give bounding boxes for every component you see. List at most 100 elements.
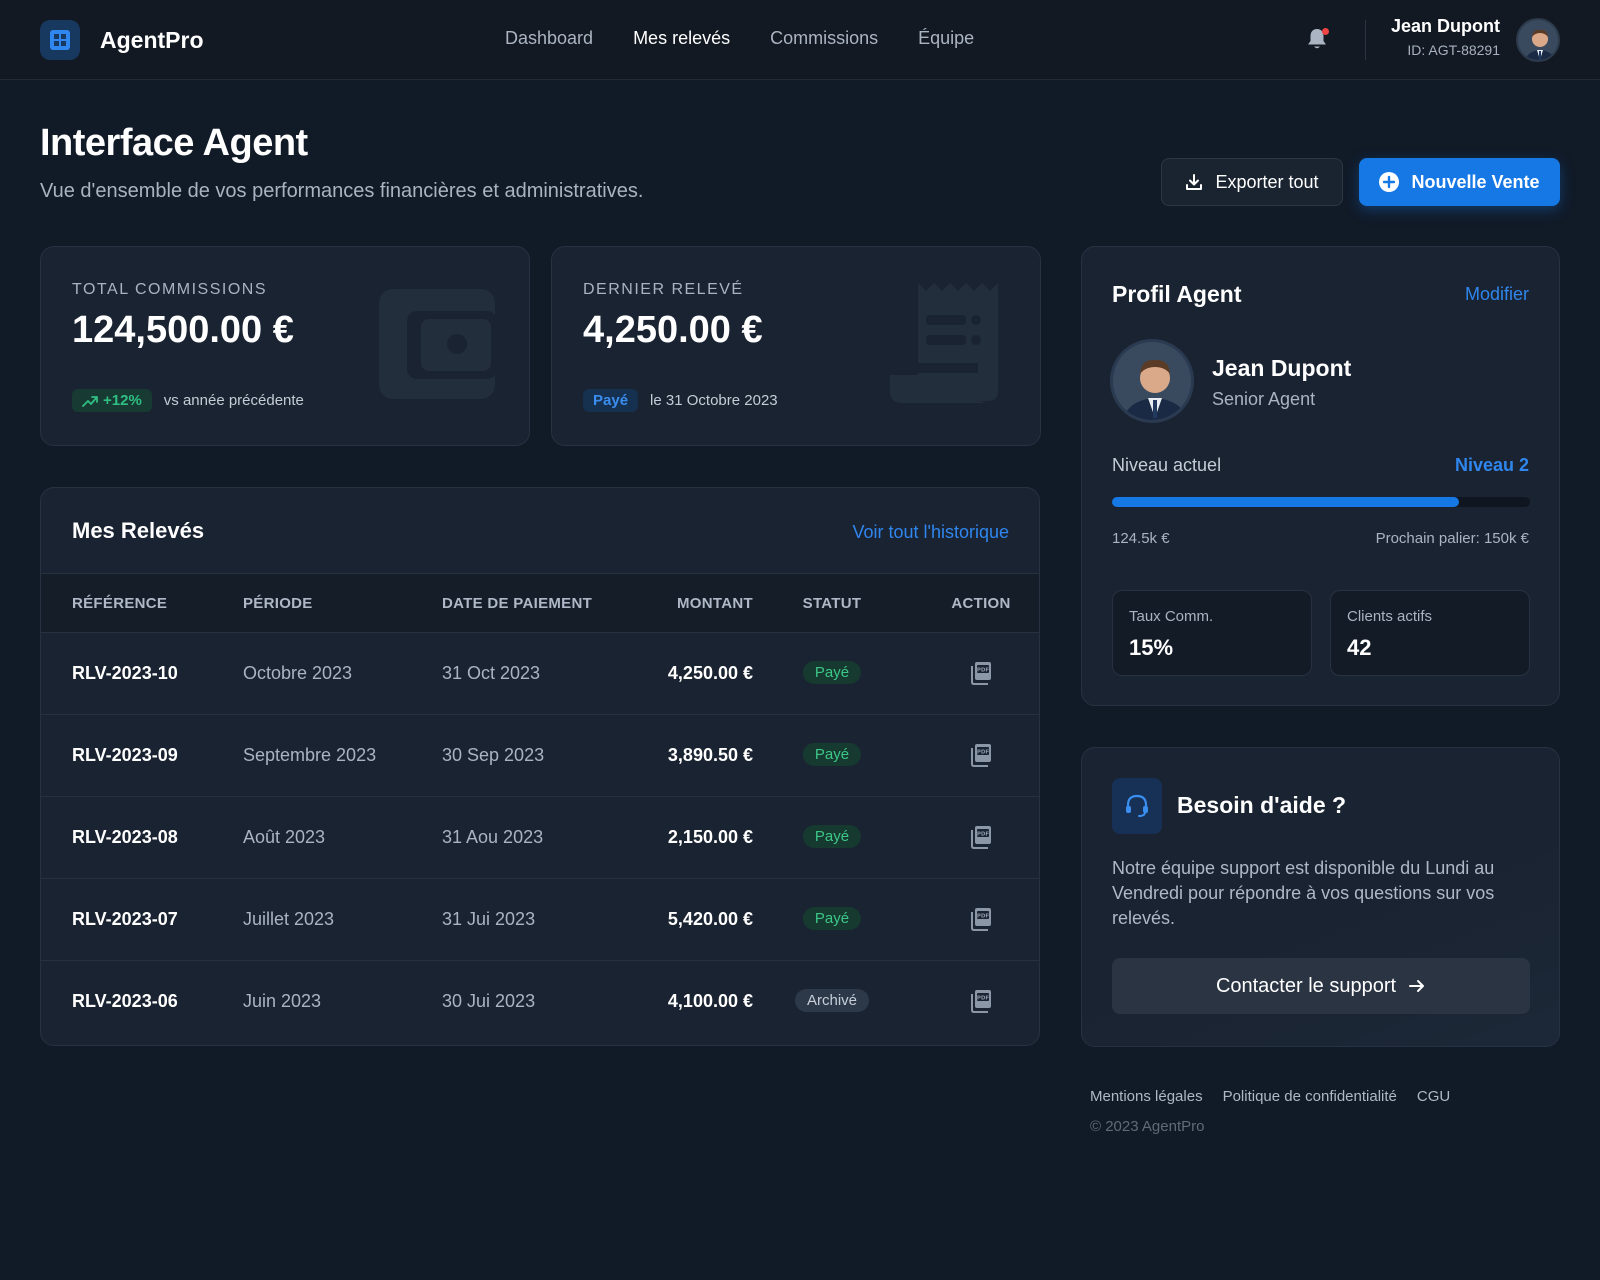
trend-note: vs année précédente — [163, 392, 304, 409]
status-badge: Payé — [802, 661, 862, 684]
nav-item-dashboard[interactable]: Dashboard — [505, 28, 593, 49]
row-payment-date: 31 Oct 2023 — [442, 663, 541, 683]
new-sale-label: Nouvelle Vente — [1411, 171, 1540, 192]
row-reference: RLV-2023-08 — [72, 827, 178, 847]
total-commissions-label: TOTAL COMMISSIONS — [72, 281, 267, 298]
row-reference: RLV-2023-06 — [72, 991, 178, 1011]
profile-role: Senior Agent — [1212, 389, 1316, 409]
table-row[interactable]: RLV-2023-08 Août 2023 31 Aou 2023 2,150.… — [41, 797, 1039, 879]
total-commissions-card: TOTAL COMMISSIONS 124,500.00 € +12% vs a… — [40, 246, 530, 446]
header-divider — [1365, 20, 1366, 60]
grid-icon — [40, 20, 80, 60]
row-payment-date: 30 Jui 2023 — [442, 991, 536, 1011]
total-commissions-trend: +12% vs année précédente — [72, 389, 304, 412]
row-reference: RLV-2023-10 — [72, 663, 178, 683]
level-current-amount: 124.5k € — [1112, 530, 1170, 547]
contact-support-button[interactable]: Contacter le support — [1112, 958, 1530, 1014]
commission-rate-value: 15% — [1129, 635, 1174, 660]
svg-text:PDF: PDF — [977, 667, 990, 673]
footer-link-legal[interactable]: Mentions légales — [1090, 1088, 1203, 1105]
row-amount: 4,100.00 € — [667, 991, 753, 1011]
new-sale-button[interactable]: Nouvelle Vente — [1359, 158, 1560, 206]
agent-profile-card: Profil Agent Modifier Jean Dupont Senior… — [1081, 246, 1560, 706]
receipt-icon — [890, 283, 998, 403]
footer-links: Mentions légales Politique de confidenti… — [1090, 1088, 1450, 1105]
table-row[interactable]: RLV-2023-09 Septembre 2023 30 Sep 2023 3… — [41, 715, 1039, 797]
pdf-download-icon[interactable]: PDF — [970, 907, 992, 931]
export-all-label: Exporter tout — [1215, 171, 1319, 192]
status-badge: Payé — [802, 743, 862, 766]
column-header-status: STATUT — [802, 595, 862, 612]
column-header-reference: RÉFÉRENCE — [72, 595, 168, 612]
table-row[interactable]: RLV-2023-07 Juillet 2023 31 Jui 2023 5,4… — [41, 879, 1039, 961]
contact-support-label: Contacter le support — [1215, 974, 1397, 997]
last-statement-card: DERNIER RELEVÉ 4,250.00 € Payé le 31 Oct… — [551, 246, 1041, 446]
row-period: Septembre 2023 — [243, 745, 377, 765]
status-badge: Archivé — [794, 989, 870, 1012]
bell-icon[interactable] — [1306, 27, 1330, 53]
row-reference: RLV-2023-09 — [72, 745, 178, 765]
statements-title: Mes Relevés — [72, 518, 205, 543]
column-header-period: PÉRIODE — [243, 595, 313, 612]
help-card: Besoin d'aide ? Notre équipe support est… — [1081, 747, 1560, 1047]
trend-value: +12% — [103, 392, 142, 409]
level-label: Niveau actuel — [1112, 455, 1222, 475]
last-statement-label: DERNIER RELEVÉ — [583, 281, 744, 298]
avatar[interactable] — [1516, 18, 1560, 62]
user-info[interactable]: Jean Dupont ID: AGT-88291 — [1391, 16, 1500, 58]
level-progress-fill — [1112, 497, 1459, 507]
table-row[interactable]: RLV-2023-10 Octobre 2023 31 Oct 2023 4,2… — [41, 633, 1039, 715]
statements-table-card: Mes Relevés Voir tout l'historique RÉFÉR… — [40, 487, 1040, 1046]
profile-title: Profil Agent — [1112, 281, 1242, 307]
copyright: © 2023 AgentPro — [1090, 1118, 1205, 1135]
main-nav: Dashboard Mes relevés Commissions Équipe — [505, 28, 1014, 49]
svg-text:PDF: PDF — [977, 831, 990, 837]
brand-name: AgentPro — [100, 26, 204, 53]
row-amount: 3,890.50 € — [667, 745, 753, 765]
help-title: Besoin d'aide ? — [1177, 792, 1347, 818]
status-badge: Payé — [802, 907, 862, 930]
notification-dot — [1322, 28, 1329, 35]
status-badge: Payé — [583, 389, 639, 412]
column-header-action: ACTION — [951, 595, 1011, 612]
footer-link-privacy[interactable]: Politique de confidentialité — [1223, 1088, 1397, 1105]
row-payment-date: 31 Aou 2023 — [442, 827, 544, 847]
pdf-download-icon[interactable]: PDF — [970, 743, 992, 767]
row-period: Juillet 2023 — [243, 909, 335, 929]
trending-up-icon — [82, 395, 98, 407]
row-amount: 4,250.00 € — [667, 663, 753, 683]
pdf-download-icon[interactable]: PDF — [970, 989, 992, 1013]
level-value: Niveau 2 — [1454, 455, 1529, 475]
pdf-download-icon[interactable]: PDF — [970, 661, 992, 685]
arrow-right-icon — [1409, 980, 1425, 992]
footer-link-terms[interactable]: CGU — [1417, 1088, 1450, 1105]
svg-text:PDF: PDF — [977, 995, 990, 1001]
nav-item-commissions[interactable]: Commissions — [770, 28, 878, 49]
nav-item-equipe[interactable]: Équipe — [918, 28, 974, 49]
total-commissions-value: 124,500.00 € — [72, 309, 294, 351]
active-clients-label: Clients actifs — [1347, 608, 1433, 625]
pdf-download-icon[interactable]: PDF — [970, 825, 992, 849]
table-header: RÉFÉRENCE PÉRIODE DATE DE PAIEMENT MONTA… — [41, 573, 1039, 633]
table-row[interactable]: RLV-2023-06 Juin 2023 30 Jui 2023 4,100.… — [41, 961, 1039, 1043]
view-history-link[interactable]: Voir tout l'historique — [852, 522, 1009, 543]
row-amount: 2,150.00 € — [667, 827, 753, 847]
help-text: Notre équipe support est disponible du L… — [1112, 858, 1495, 928]
svg-text:PDF: PDF — [977, 913, 990, 919]
last-statement-status: Payé le 31 Octobre 2023 — [583, 389, 778, 412]
row-period: Octobre 2023 — [243, 663, 353, 683]
top-navigation-bar: AgentPro Dashboard Mes relevés Commissio… — [0, 0, 1600, 80]
svg-text:PDF: PDF — [977, 749, 990, 755]
brand[interactable]: AgentPro — [40, 20, 204, 60]
table-body: RLV-2023-10 Octobre 2023 31 Oct 2023 4,2… — [41, 633, 1039, 1043]
level-next-tier: Prochain palier: 150k € — [1375, 530, 1529, 547]
row-period: Juin 2023 — [243, 991, 322, 1011]
export-all-button[interactable]: Exporter tout — [1161, 158, 1343, 206]
edit-profile-link[interactable]: Modifier — [1465, 284, 1529, 305]
page-title: Interface Agent — [40, 122, 308, 164]
profile-name: Jean Dupont — [1212, 355, 1352, 381]
page-subtitle: Vue d'ensemble de vos performances finan… — [40, 180, 644, 202]
trend-badge: +12% — [72, 389, 152, 412]
row-payment-date: 31 Jui 2023 — [442, 909, 536, 929]
nav-item-mes-releves[interactable]: Mes relevés — [633, 28, 730, 49]
